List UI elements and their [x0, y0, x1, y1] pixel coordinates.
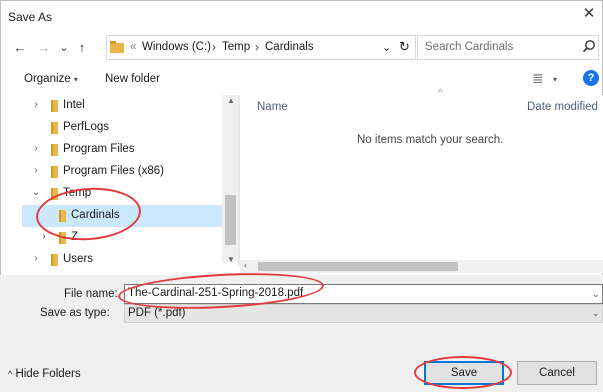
chevron-right-icon[interactable]: ›: [38, 231, 50, 243]
folder-icon: [51, 254, 58, 266]
file-name-label: File name:: [64, 288, 118, 300]
search-icon[interactable]: [582, 39, 596, 53]
forward-arrow-icon[interactable]: →: [36, 40, 52, 56]
folder-icon: [51, 144, 58, 156]
tree-item-temp[interactable]: ⌄ Temp: [22, 183, 238, 205]
empty-list-message: No items match your search.: [357, 134, 504, 146]
tree-item-label: PerfLogs: [63, 121, 110, 133]
column-header-date-modified[interactable]: Date modified: [527, 101, 598, 113]
folder-icon: [51, 188, 58, 200]
help-icon[interactable]: ?: [583, 70, 599, 86]
tree-item-label: Intel: [63, 99, 85, 111]
scroll-down-icon[interactable]: ▼: [227, 255, 235, 264]
view-chevron-icon[interactable]: ▾: [553, 75, 557, 84]
file-list-pane[interactable]: [240, 95, 603, 260]
tree-item-intel[interactable]: › Intel: [22, 95, 238, 117]
folder-icon: [59, 210, 66, 222]
sort-indicator-icon: ^: [438, 88, 443, 99]
organize-button[interactable]: Organize ▾: [24, 73, 78, 85]
save-type-dropdown-icon[interactable]: ⌄: [592, 308, 600, 319]
folder-icon: [51, 166, 58, 178]
tree-item-label: Z: [71, 231, 79, 243]
save-as-type-label: Save as type:: [40, 307, 110, 319]
scrollbar-thumb[interactable]: [258, 262, 458, 271]
file-name-value[interactable]: The-Cardinal-251-Spring-2018.pdf: [128, 287, 303, 299]
recent-locations-chevron-icon[interactable]: ⌄: [56, 40, 72, 56]
folder-icon: [59, 232, 66, 244]
save-as-type-value[interactable]: PDF (*.pdf): [128, 307, 186, 319]
folder-icon: [51, 100, 58, 112]
refresh-icon[interactable]: ↻: [399, 39, 410, 55]
cancel-button[interactable]: Cancel: [517, 361, 597, 385]
scroll-left-icon[interactable]: ‹: [244, 260, 247, 270]
dialog-title: Save As: [8, 10, 53, 24]
file-name-dropdown-icon[interactable]: ⌄: [592, 289, 600, 300]
column-header-name[interactable]: Name: [257, 101, 288, 113]
organize-label: Organize: [24, 73, 71, 85]
breadcrumb-temp[interactable]: Temp: [222, 41, 250, 53]
folder-icon: [51, 122, 58, 134]
tree-item-program-files-x86[interactable]: › Program Files (x86): [22, 161, 238, 183]
folder-icon: [110, 41, 124, 53]
chevron-down-icon[interactable]: ⌄: [30, 187, 42, 199]
search-placeholder[interactable]: Search Cardinals: [425, 41, 513, 53]
chevron-up-icon: ^: [8, 369, 13, 379]
up-folder-arrow-icon[interactable]: ↑: [74, 40, 90, 56]
hide-folders-label: Hide Folders: [15, 368, 81, 380]
back-arrow-icon[interactable]: ←: [12, 40, 28, 56]
breadcrumb-separator[interactable]: ›: [255, 40, 259, 54]
save-as-type-select[interactable]: [124, 304, 603, 323]
chevron-right-icon[interactable]: ›: [30, 143, 42, 155]
chevron-down-icon: ▾: [73, 75, 78, 84]
view-options-icon[interactable]: ≣: [532, 70, 544, 87]
tree-item-label: Temp: [63, 187, 92, 199]
address-dropdown-icon[interactable]: ⌄: [382, 41, 391, 54]
tree-item-label: Program Files: [63, 143, 135, 155]
breadcrumb-overflow[interactable]: «: [130, 41, 136, 53]
tree-item-users[interactable]: › Users: [22, 249, 238, 271]
breadcrumb-cardinals[interactable]: Cardinals: [265, 41, 314, 53]
chevron-right-icon[interactable]: ›: [30, 165, 42, 177]
scrollbar-thumb[interactable]: [225, 195, 236, 245]
chevron-right-icon[interactable]: ›: [30, 253, 42, 265]
tree-item-label: Program Files (x86): [63, 165, 164, 177]
breadcrumb-separator[interactable]: ›: [212, 40, 216, 54]
scroll-up-icon[interactable]: ▲: [227, 96, 235, 105]
tree-item-label: Cardinals: [71, 209, 120, 221]
navigation-pane[interactable]: › Intel PerfLogs › Program Files › Progr…: [22, 95, 238, 271]
new-folder-button[interactable]: New folder: [105, 73, 160, 85]
tree-item-program-files[interactable]: › Program Files: [22, 139, 238, 161]
tree-item-perflogs[interactable]: PerfLogs: [22, 117, 238, 139]
breadcrumb-drive[interactable]: Windows (C:): [142, 41, 211, 53]
tree-item-cardinals[interactable]: Cardinals: [22, 205, 238, 227]
save-button[interactable]: Save: [424, 361, 504, 385]
chevron-right-icon[interactable]: ›: [30, 99, 42, 111]
tree-item-z[interactable]: › Z: [22, 227, 238, 249]
close-icon[interactable]: ✕: [579, 4, 599, 24]
hide-folders-button[interactable]: ^ Hide Folders: [8, 368, 81, 380]
tree-item-label: Users: [63, 253, 94, 265]
